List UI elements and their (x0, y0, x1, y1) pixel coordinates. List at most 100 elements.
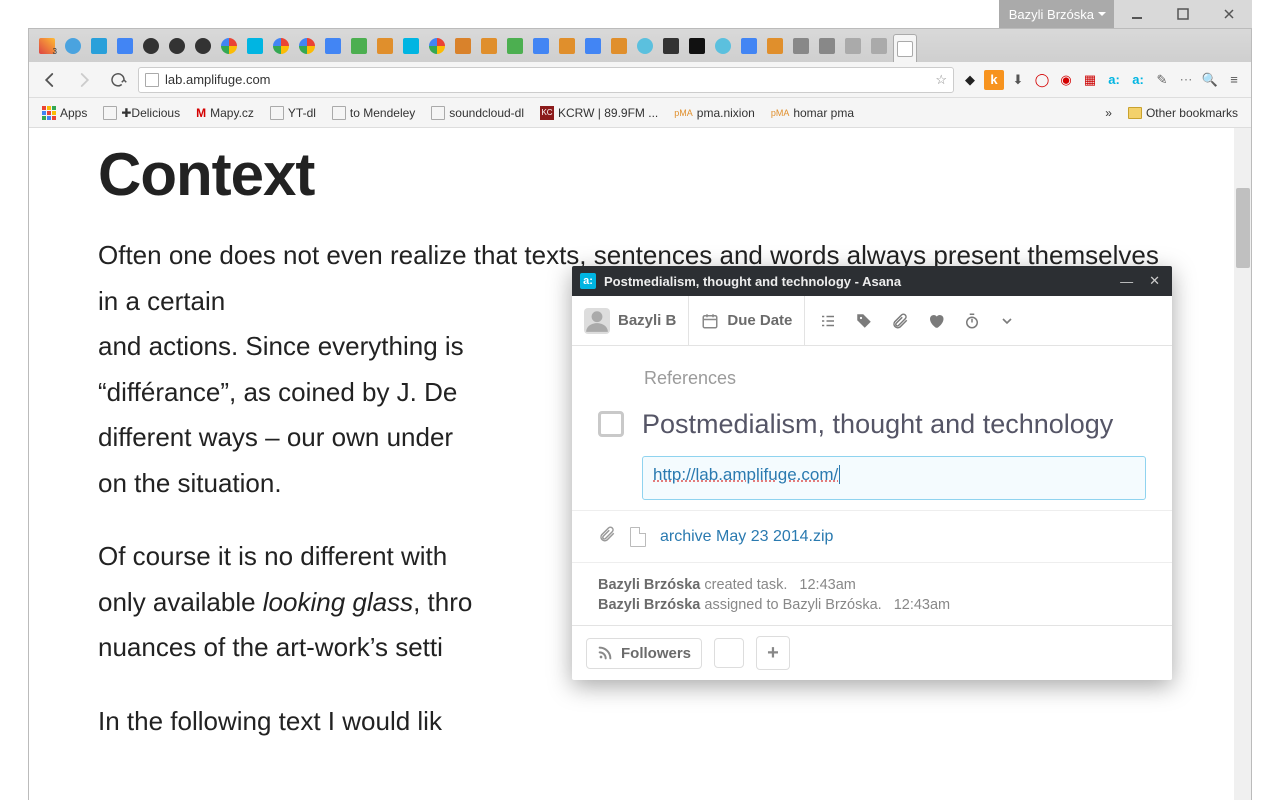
tab[interactable] (165, 34, 189, 58)
asana-popup: a: Postmedialism, thought and technology… (572, 266, 1172, 680)
bookmark-item[interactable]: pMApma.nixion (668, 103, 761, 123)
tab[interactable] (607, 34, 631, 58)
tab[interactable] (347, 34, 371, 58)
bookmark-item[interactable]: ✚Delicious (97, 103, 186, 123)
bookmark-item[interactable]: pMAhomar pma (765, 103, 860, 123)
tab[interactable] (659, 34, 683, 58)
follower-avatar[interactable] (714, 638, 744, 668)
ext-icon[interactable]: ⬇ (1008, 70, 1028, 90)
tab[interactable]: 3 (35, 34, 59, 58)
ext-icon[interactable]: k (984, 70, 1004, 90)
tab[interactable] (191, 34, 215, 58)
ext-icon[interactable]: ▦ (1080, 70, 1100, 90)
bookmark-item[interactable]: MMapy.cz (190, 103, 260, 123)
ext-icon[interactable]: a: (1104, 70, 1124, 90)
tab[interactable] (243, 34, 267, 58)
ext-icon[interactable]: ◉ (1056, 70, 1076, 90)
popup-close-button[interactable]: ✕ (1145, 273, 1164, 289)
heart-icon[interactable] (927, 312, 945, 330)
browser-menu-button[interactable]: ≡ (1224, 70, 1244, 90)
tab[interactable] (87, 34, 111, 58)
browser-tabstrip[interactable]: 3 (28, 28, 1252, 62)
tab[interactable] (737, 34, 761, 58)
ext-icon[interactable]: 🔍 (1200, 70, 1220, 90)
tab[interactable] (269, 34, 293, 58)
tab[interactable] (555, 34, 579, 58)
attachment-row[interactable]: archive May 23 2014.zip (572, 510, 1172, 563)
activity-item: Bazyli Brzóska created task.12:43am (598, 577, 1146, 593)
task-row: Postmedialism, thought and technology (598, 407, 1146, 442)
tab[interactable] (815, 34, 839, 58)
assignee-label: Bazyli B (618, 312, 676, 329)
page-scrollbar[interactable] (1234, 128, 1252, 800)
ext-icon[interactable]: ⋯ (1176, 70, 1196, 90)
tab[interactable] (295, 34, 319, 58)
tab[interactable] (685, 34, 709, 58)
tab[interactable] (711, 34, 735, 58)
tab[interactable] (113, 34, 137, 58)
window-close-button[interactable] (1206, 0, 1252, 28)
tab[interactable] (529, 34, 553, 58)
tab[interactable] (789, 34, 813, 58)
tag-icon[interactable] (855, 312, 873, 330)
due-date-button[interactable]: Due Date (689, 296, 805, 345)
other-bookmarks-button[interactable]: Other bookmarks (1122, 103, 1244, 123)
chevron-down-icon[interactable] (999, 312, 1015, 330)
bookmark-item[interactable]: to Mendeley (326, 103, 421, 123)
tab[interactable] (503, 34, 527, 58)
window-controls: Bazyli Brzóska (999, 0, 1252, 28)
tab[interactable] (633, 34, 657, 58)
attachment-name[interactable]: archive May 23 2014.zip (660, 528, 833, 546)
window-minimize-button[interactable] (1114, 0, 1160, 28)
nav-reload-button[interactable] (104, 66, 132, 94)
address-bar[interactable]: lab.amplifuge.com ☆ (138, 67, 954, 93)
apps-label: Apps (60, 106, 87, 120)
tab[interactable] (373, 34, 397, 58)
ext-icon[interactable]: ◆ (960, 70, 980, 90)
bookmark-star-icon[interactable]: ☆ (935, 72, 947, 88)
tab[interactable] (841, 34, 865, 58)
tab[interactable] (217, 34, 241, 58)
tab[interactable] (425, 34, 449, 58)
add-follower-button[interactable]: + (756, 636, 790, 670)
tab[interactable] (867, 34, 891, 58)
popup-toolbar: Bazyli B Due Date (572, 296, 1172, 346)
window-user-button[interactable]: Bazyli Brzóska (999, 0, 1114, 28)
nav-back-button[interactable] (36, 66, 64, 94)
window-maximize-button[interactable] (1160, 0, 1206, 28)
nav-forward-button[interactable] (70, 66, 98, 94)
bookmark-item[interactable]: YT-dl (264, 103, 322, 123)
notes-link[interactable]: http://lab.amplifuge.com/ (653, 465, 838, 484)
ext-icon[interactable]: ✎ (1152, 70, 1172, 90)
tab[interactable] (139, 34, 163, 58)
tab[interactable] (61, 34, 85, 58)
ext-icon[interactable]: ◯ (1032, 70, 1052, 90)
bookmark-item[interactable]: KCKCRW | 89.9FM ... (534, 103, 664, 123)
tab[interactable] (477, 34, 501, 58)
task-notes-input[interactable]: http://lab.amplifuge.com/ (642, 456, 1146, 500)
task-checkbox[interactable] (598, 411, 624, 437)
bookmarks-overflow[interactable]: » (1099, 103, 1118, 123)
due-date-label: Due Date (727, 312, 792, 329)
tab[interactable] (321, 34, 345, 58)
followers-button[interactable]: Followers (586, 638, 702, 669)
tab[interactable] (581, 34, 605, 58)
task-title[interactable]: Postmedialism, thought and technology (642, 407, 1113, 442)
tab-active[interactable] (893, 34, 917, 62)
popup-minimize-button[interactable]: — (1116, 274, 1137, 289)
stopwatch-icon[interactable] (963, 312, 981, 330)
bookmark-item[interactable]: soundcloud-dl (425, 103, 530, 123)
page-icon (145, 73, 159, 87)
tab[interactable] (451, 34, 475, 58)
attachment-icon[interactable] (891, 312, 909, 330)
subtasks-icon[interactable] (819, 312, 837, 330)
popup-titlebar[interactable]: a: Postmedialism, thought and technology… (572, 266, 1172, 296)
tab[interactable] (763, 34, 787, 58)
apps-button[interactable]: Apps (36, 103, 93, 123)
tab[interactable] (399, 34, 423, 58)
scrollbar-thumb[interactable] (1236, 188, 1250, 268)
ext-icon[interactable]: a: (1128, 70, 1148, 90)
calendar-icon (701, 312, 719, 330)
assignee-button[interactable]: Bazyli B (572, 296, 689, 345)
article-heading: Context (98, 140, 1182, 209)
